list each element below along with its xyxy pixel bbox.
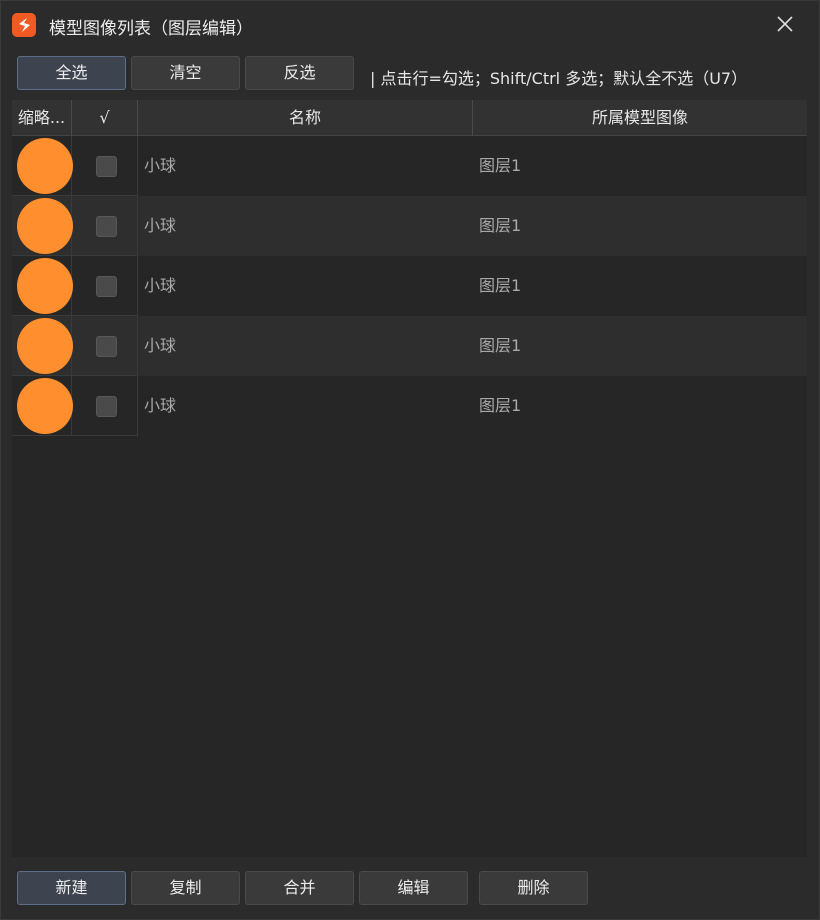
action-toolbar: 新建 复制 合并 编辑 删除 [1,861,819,919]
delete-button[interactable]: 删除 [479,871,588,905]
table-body: 小球 图层1 小球 图层1 小球 图层1 小球 图层1 小球 图层1 [12,136,807,436]
check-cell [72,376,138,436]
column-header-model-image[interactable]: 所属模型图像 [473,100,807,136]
app-logo-icon [12,13,36,37]
thumbnail-cell [12,136,73,196]
row-layer: 图层1 [479,336,522,355]
check-cell [72,316,138,376]
row-name: 小球 [144,216,177,235]
table-row[interactable]: 小球 图层1 [12,376,807,436]
row-layer: 图层1 [479,156,522,175]
check-cell [72,136,138,196]
window-title: 模型图像列表（图层编辑） [49,19,253,39]
check-cell [72,196,138,256]
column-header-name[interactable]: 名称 [138,100,473,136]
table-header: 缩略... √ 名称 所属模型图像 [12,100,807,136]
close-button[interactable] [767,7,803,41]
table-row[interactable]: 小球 图层1 [12,256,807,316]
sphere-thumbnail [17,378,73,434]
row-name: 小球 [144,156,177,175]
row-name: 小球 [144,336,177,355]
close-icon [777,16,793,32]
layer-edit-dialog: 模型图像列表（图层编辑） 全选 清空 反选 | 点击行=勾选；Shift/Ctr… [0,0,820,920]
thumbnail-cell [12,376,73,436]
selection-toolbar: 全选 清空 反选 | 点击行=勾选；Shift/Ctrl 多选；默认全不选（U7… [1,51,819,97]
copy-button[interactable]: 复制 [131,871,240,905]
row-checkbox[interactable] [96,276,117,297]
table-row[interactable]: 小球 图层1 [12,196,807,256]
column-header-thumbnail[interactable]: 缩略... [12,100,72,136]
row-checkbox[interactable] [96,156,117,177]
row-layer: 图层1 [479,396,522,415]
check-cell [72,256,138,316]
row-checkbox[interactable] [96,216,117,237]
column-header-checked[interactable]: √ [72,100,138,136]
row-checkbox[interactable] [96,396,117,417]
sphere-thumbnail [17,198,73,254]
layer-table: 缩略... √ 名称 所属模型图像 小球 图层1 小球 图层1 小球 图层1 小… [12,100,807,857]
merge-button[interactable]: 合并 [245,871,354,905]
invert-selection-button[interactable]: 反选 [245,56,354,90]
row-layer: 图层1 [479,276,522,295]
thumbnail-cell [12,316,73,376]
row-name: 小球 [144,276,177,295]
thumbnail-cell [12,256,73,316]
sphere-thumbnail [17,138,73,194]
selection-hint: | 点击行=勾选；Shift/Ctrl 多选；默认全不选（U7） [370,69,748,88]
sphere-thumbnail [17,318,73,374]
new-button[interactable]: 新建 [17,871,126,905]
title-bar: 模型图像列表（图层编辑） [1,1,819,49]
table-row[interactable]: 小球 图层1 [12,316,807,376]
select-all-button[interactable]: 全选 [17,56,126,90]
row-checkbox[interactable] [96,336,117,357]
sphere-thumbnail [17,258,73,314]
edit-button[interactable]: 编辑 [359,871,468,905]
thumbnail-cell [12,196,73,256]
row-name: 小球 [144,396,177,415]
row-layer: 图层1 [479,216,522,235]
clear-button[interactable]: 清空 [131,56,240,90]
table-row[interactable]: 小球 图层1 [12,136,807,196]
